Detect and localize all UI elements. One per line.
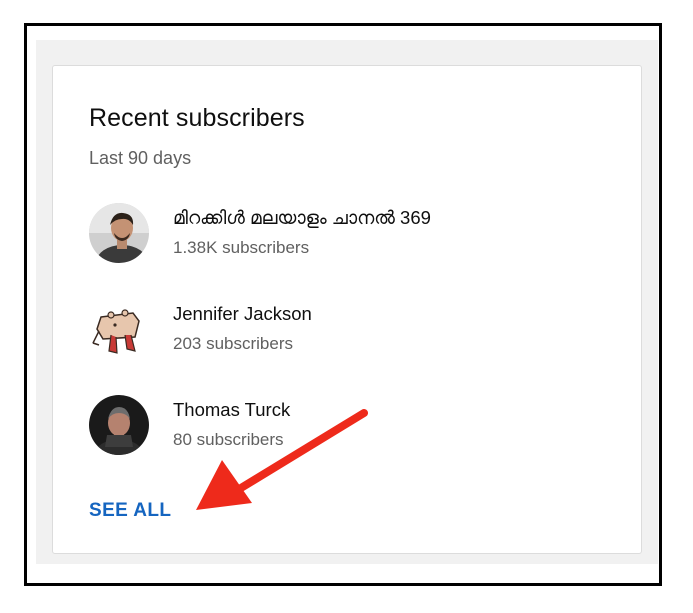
subscriber-count: 80 subscribers	[173, 430, 284, 449]
subscriber-item[interactable]: മിറക്കിൾ മലയാളം ചാനൽ 369 1.38K subscribe…	[89, 201, 609, 265]
subscriber-item[interactable]: Thomas Turck 80 subscribers	[89, 393, 609, 457]
subscriber-name[interactable]: Thomas Turck	[173, 398, 290, 422]
subscriber-count: 203 subscribers	[173, 334, 294, 353]
subscriber-avatar[interactable]	[89, 395, 149, 455]
cartoon-creature-avatar	[89, 299, 149, 359]
subscriber-avatar[interactable]	[89, 203, 149, 263]
recent-subscribers-card: Recent subscribers Last 90 days മിറക്കിൾ…	[52, 65, 642, 554]
subscriber-item[interactable]: Jennifer Jackson 203 subscribers	[89, 297, 609, 361]
card-title: Recent subscribers	[89, 104, 305, 132]
see-all-link[interactable]: SEE ALL	[89, 500, 171, 522]
person-photo-avatar	[89, 395, 149, 455]
card-subtitle: Last 90 days	[89, 148, 192, 168]
subscriber-name[interactable]: Jennifer Jackson	[173, 302, 312, 326]
subscriber-name[interactable]: മിറക്കിൾ മലയാളം ചാനൽ 369	[173, 206, 431, 230]
subscriber-count: 1.38K subscribers	[173, 238, 310, 257]
page-background: Recent subscribers Last 90 days മിറക്കിൾ…	[36, 40, 658, 564]
person-photo-avatar	[89, 203, 149, 263]
subscriber-avatar[interactable]	[89, 299, 149, 359]
screenshot-frame: Recent subscribers Last 90 days മിറക്കിൾ…	[24, 23, 662, 586]
